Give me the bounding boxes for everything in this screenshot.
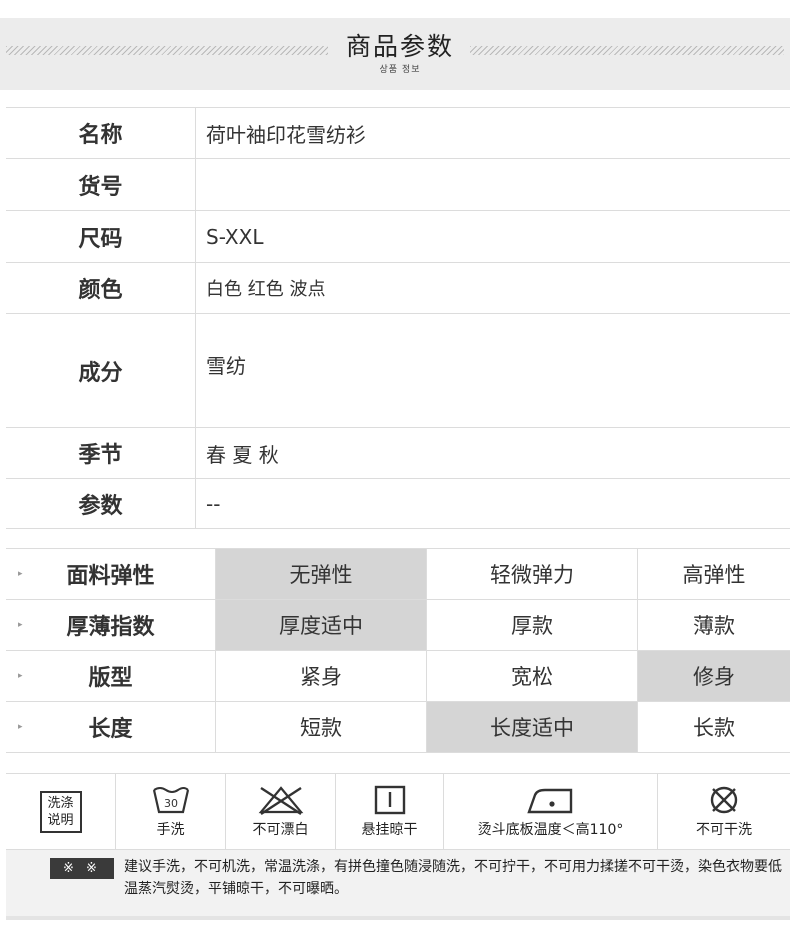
info-value: 春 夏 秋 xyxy=(206,442,279,467)
care-heading-cell: 洗涤说明 xyxy=(6,774,116,849)
attr-label-text: 长度 xyxy=(88,717,133,742)
no-bleach-icon xyxy=(258,785,303,815)
iron-low-icon xyxy=(526,788,572,813)
page-title: 商品参数 xyxy=(345,32,454,61)
care-item: 不可漂白 xyxy=(226,774,336,849)
note-text: 建议手洗，不可机洗，常温洗涤，有拼色撞色随浸随洗，不可拧干，不可用力揉搓不可干烫… xyxy=(124,859,782,897)
attr-option-selected: 无弹性 xyxy=(216,549,427,599)
attr-option: 高弹性 xyxy=(682,563,746,587)
attr-label: ▸ 长度 xyxy=(6,702,216,752)
care-item: 烫斗底板温度＜高110° xyxy=(444,774,658,849)
info-label: 季节 xyxy=(6,428,196,478)
hand-wash-30-icon: 30 xyxy=(152,786,189,813)
attr-option: 宽松 xyxy=(427,651,638,701)
attribute-table: ▸ 面料弹性 无弹性 轻微弹力 高弹性 ▸ 厚薄指数 厚度适中 厚款 薄款 ▸ 版型 … xyxy=(6,548,790,753)
info-value: 白色 红色 波点 xyxy=(206,279,326,300)
info-row-season: 季节 春 夏 秋 xyxy=(6,428,790,479)
wash-temp-label: 30 xyxy=(164,797,178,810)
no-dry-clean-icon xyxy=(710,786,738,813)
attr-row-length: ▸ 长度 短款 长度适中 长款 xyxy=(6,702,790,753)
header-stripe-left xyxy=(6,46,328,55)
care-note: ※ ※ 建议手洗，不可机洗，常温洗涤，有拼色撞色随浸随洗，不可拧干，不可用力揉搓… xyxy=(6,850,790,916)
bottom-divider xyxy=(6,916,790,920)
care-label: 烫斗底板温度＜高110° xyxy=(477,821,624,838)
attr-option: 厚款 xyxy=(427,600,638,650)
attr-row-fit: ▸ 版型 紧身 宽松 修身 xyxy=(6,651,790,702)
attr-row-thickness: ▸ 厚薄指数 厚度适中 厚款 薄款 xyxy=(6,600,790,651)
attr-label-text: 厚薄指数 xyxy=(66,615,155,640)
info-row-color: 颜色 白色 红色 波点 xyxy=(6,263,790,314)
hang-dry-icon xyxy=(374,785,405,814)
info-label: 货号 xyxy=(6,159,196,210)
attr-option-selected: 长度适中 xyxy=(427,702,638,752)
info-row-name: 名称 荷叶袖印花雪纺衫 xyxy=(6,108,790,159)
info-value: 荷叶袖印花雪纺衫 xyxy=(206,122,366,147)
attr-label-text: 面料弹性 xyxy=(66,564,155,589)
attr-label: ▸ 版型 xyxy=(6,651,216,701)
product-info-table: 名称 荷叶袖印花雪纺衫 货号 尺码 S-XXL 颜色 白色 红色 波点 成分 雪… xyxy=(6,107,790,529)
info-row-sku: 货号 xyxy=(6,159,790,211)
arrow-right-icon: ▸ xyxy=(18,671,23,681)
care-item: 不可干洗 xyxy=(658,774,790,849)
info-row-material: 成分 雪纺 xyxy=(6,314,790,428)
info-label: 参数 xyxy=(6,479,196,528)
attr-option: 短款 xyxy=(216,702,427,752)
care-icon-row: 洗涤说明 30 手洗 不可漂白 悬挂晾干 烫斗底板温度＜高110° 不可干洗 xyxy=(6,774,790,850)
care-item: 悬挂晾干 xyxy=(336,774,444,849)
arrow-right-icon: ▸ xyxy=(18,569,23,579)
attr-label: ▸ 厚薄指数 xyxy=(6,600,216,650)
info-label: 名称 xyxy=(6,108,196,158)
info-value xyxy=(196,159,790,210)
attr-label-text: 版型 xyxy=(88,666,133,691)
info-label: 成分 xyxy=(6,314,196,427)
care-label: 悬挂晾干 xyxy=(361,821,418,838)
care-label: 手洗 xyxy=(156,821,185,838)
attr-option: 轻微弹力 xyxy=(427,549,638,599)
info-row-params: 参数 -- xyxy=(6,479,790,529)
note-badge: ※ ※ xyxy=(50,858,114,879)
header-stripe-right xyxy=(470,46,784,55)
care-label: 不可漂白 xyxy=(252,821,309,838)
info-value: -- xyxy=(206,491,221,516)
attr-option: 紧身 xyxy=(216,651,427,701)
info-value: 雪纺 xyxy=(206,354,246,378)
attr-option-selected: 厚度适中 xyxy=(216,600,427,650)
care-item: 30 手洗 xyxy=(116,774,226,849)
care-heading: 洗涤说明 xyxy=(39,790,82,833)
info-value: S-XXL xyxy=(206,224,264,249)
info-label: 颜色 xyxy=(6,263,196,313)
care-label: 不可干洗 xyxy=(696,821,752,838)
info-label: 尺码 xyxy=(6,211,196,262)
arrow-right-icon: ▸ xyxy=(18,722,23,732)
attr-label: ▸ 面料弹性 xyxy=(6,549,216,599)
care-section: 洗涤说明 30 手洗 不可漂白 悬挂晾干 烫斗底板温度＜高110° 不可干洗 ※… xyxy=(6,773,790,916)
attr-option: 长款 xyxy=(693,716,735,740)
attr-option-selected: 修身 xyxy=(638,651,790,701)
info-row-size: 尺码 S-XXL xyxy=(6,211,790,263)
section-header: 商品参数 상품 정보 xyxy=(0,18,790,90)
page-subtitle: 상품 정보 xyxy=(379,65,421,75)
attr-option: 薄款 xyxy=(693,614,735,638)
attr-row-elasticity: ▸ 面料弹性 无弹性 轻微弹力 高弹性 xyxy=(6,549,790,600)
arrow-right-icon: ▸ xyxy=(18,620,23,630)
